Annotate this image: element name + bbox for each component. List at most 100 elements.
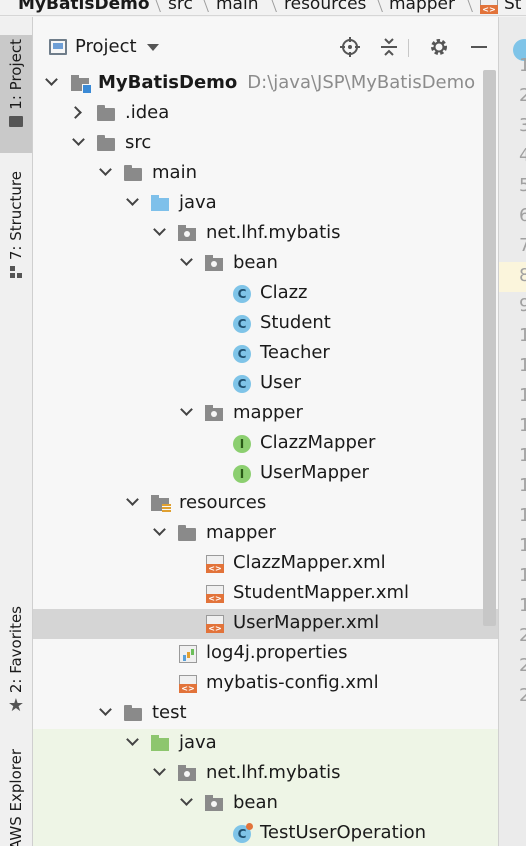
- collapse-all-icon[interactable]: [377, 35, 401, 59]
- minimize-icon[interactable]: [467, 35, 491, 59]
- chevron-down-icon[interactable]: [45, 73, 58, 86]
- tree-row[interactable]: C User: [33, 369, 498, 399]
- chevron-right-icon[interactable]: [69, 106, 82, 119]
- line-number: 7: [519, 235, 526, 256]
- tree-row[interactable]: resources: [33, 489, 498, 519]
- chevron-down-icon[interactable]: [99, 703, 112, 716]
- tree-row-root[interactable]: MyBatisDemo D:\java\JSP\MyBatisDemo: [33, 69, 498, 99]
- tree-row[interactable]: mapper: [33, 399, 498, 429]
- gear-icon[interactable]: [427, 35, 451, 59]
- chevron-down-icon[interactable]: [180, 793, 193, 806]
- test-class-icon: C: [233, 823, 253, 843]
- tree-row[interactable]: net.lhf.mybatis: [33, 759, 498, 789]
- breadcrumb-item-resources[interactable]: resources: [284, 0, 366, 14]
- interface-icon: I: [233, 435, 251, 453]
- package-icon: [205, 795, 223, 811]
- project-view-label[interactable]: Project: [75, 36, 137, 57]
- xml-file-icon: [206, 615, 224, 633]
- tree-row[interactable]: test: [33, 699, 498, 729]
- project-tool-button[interactable]: 1: Project: [0, 35, 32, 153]
- line-number: 21: [519, 655, 526, 676]
- chevron-down-icon[interactable]: [126, 193, 139, 206]
- tree-item-label: java: [179, 732, 217, 753]
- chevron-down-icon[interactable]: [153, 523, 166, 536]
- tree-item-label: bean: [233, 252, 278, 273]
- tree-row[interactable]: net.lhf.mybatis: [33, 219, 498, 249]
- folder-icon: [9, 115, 23, 127]
- properties-file-icon: [179, 645, 197, 663]
- tree-row[interactable]: mapper: [33, 519, 498, 549]
- tree-item-label: ClazzMapper.xml: [233, 552, 386, 573]
- chevron-down-icon[interactable]: [72, 133, 85, 146]
- tree-row[interactable]: I UserMapper: [33, 459, 498, 489]
- tree-item-label: Teacher: [260, 342, 330, 363]
- tree-row[interactable]: bean: [33, 249, 498, 279]
- favorites-tool-button[interactable]: 2: Favorites ★: [0, 602, 32, 722]
- tree-row[interactable]: C Clazz: [33, 279, 498, 309]
- class-icon: C: [233, 345, 251, 363]
- aws-explorer-tool-button[interactable]: AWS Explorer: [0, 745, 32, 846]
- tree-item-label: UserMapper: [260, 462, 369, 483]
- tree-row[interactable]: StudentMapper.xml: [33, 579, 498, 609]
- tree-row-selected[interactable]: UserMapper.xml: [33, 609, 498, 639]
- class-icon: C: [233, 315, 251, 333]
- tree-row[interactable]: .idea: [33, 99, 498, 129]
- tree-row[interactable]: java: [33, 189, 498, 219]
- chevron-down-icon[interactable]: [153, 223, 166, 236]
- chevron-down-icon[interactable]: [153, 763, 166, 776]
- line-number: 19: [519, 595, 526, 616]
- breadcrumb-item-src[interactable]: src: [168, 0, 193, 14]
- project-panel: Project MyBatisDemo D:\java\JSP\MyBatisDe…: [33, 17, 498, 846]
- tree-item-label: log4j.properties: [206, 642, 348, 663]
- line-number: 12: [519, 385, 526, 406]
- line-number: 13: [519, 415, 526, 436]
- line-number: 3: [519, 115, 526, 136]
- class-icon: C: [233, 285, 251, 303]
- chevron-down-icon[interactable]: [126, 733, 139, 746]
- breadcrumb-separator: [369, 0, 383, 12]
- structure-tool-button[interactable]: 7: Structure: [0, 167, 32, 285]
- chevron-down-icon[interactable]: [147, 44, 159, 51]
- xml-file-icon: [480, 0, 498, 14]
- line-number: 17: [519, 535, 526, 556]
- tree-row[interactable]: main: [33, 159, 498, 189]
- tree-row[interactable]: mybatis-config.xml: [33, 669, 498, 699]
- breadcrumb-item-mapper[interactable]: mapper: [389, 0, 455, 14]
- tree-item-label: .idea: [125, 102, 170, 123]
- tree-row[interactable]: C Teacher: [33, 339, 498, 369]
- breadcrumb-item-main[interactable]: main: [216, 0, 258, 14]
- tree-item-label: Student: [260, 312, 331, 333]
- chevron-down-icon[interactable]: [99, 163, 112, 176]
- project-panel-toolbar: Project: [33, 31, 498, 63]
- tree-item-label: bean: [233, 792, 278, 813]
- tree-item-label: User: [260, 372, 302, 393]
- line-number: 11: [519, 355, 526, 376]
- chevron-down-icon[interactable]: [180, 253, 193, 266]
- test-folder-icon: [151, 735, 169, 751]
- locate-icon[interactable]: [338, 35, 362, 59]
- breadcrumb-item-project[interactable]: MyBatisDemo: [18, 0, 150, 14]
- line-number: 16: [519, 505, 526, 526]
- tree-row[interactable]: bean: [33, 789, 498, 819]
- tree-row[interactable]: I ClazzMapper: [33, 429, 498, 459]
- tree-row[interactable]: C TestUserOperation: [33, 819, 498, 846]
- breadcrumb-item-file[interactable]: St: [504, 0, 521, 14]
- chevron-down-icon[interactable]: [180, 403, 193, 416]
- breadcrumb: MyBatisDemo src main resources mapper St: [0, 0, 526, 16]
- tree-row[interactable]: java: [33, 729, 498, 759]
- breadcrumb-separator: [459, 0, 473, 12]
- tree-row[interactable]: log4j.properties: [33, 639, 498, 669]
- resources-folder-icon: [151, 495, 171, 513]
- tree-row[interactable]: src: [33, 129, 498, 159]
- tree-item-root: MyBatisDemo D:\java\JSP\MyBatisDemo: [98, 72, 475, 93]
- project-view-icon: [49, 39, 67, 55]
- folder-icon: [178, 525, 196, 541]
- tree-row[interactable]: ClazzMapper.xml: [33, 549, 498, 579]
- tree-item-label: net.lhf.mybatis: [206, 762, 341, 783]
- tree-row[interactable]: C Student: [33, 309, 498, 339]
- line-number: 15: [519, 475, 526, 496]
- chevron-down-icon[interactable]: [126, 493, 139, 506]
- tree-item-label: main: [152, 162, 197, 183]
- scrollbar-thumb[interactable]: [483, 70, 496, 626]
- tree-item-label: StudentMapper.xml: [233, 582, 410, 603]
